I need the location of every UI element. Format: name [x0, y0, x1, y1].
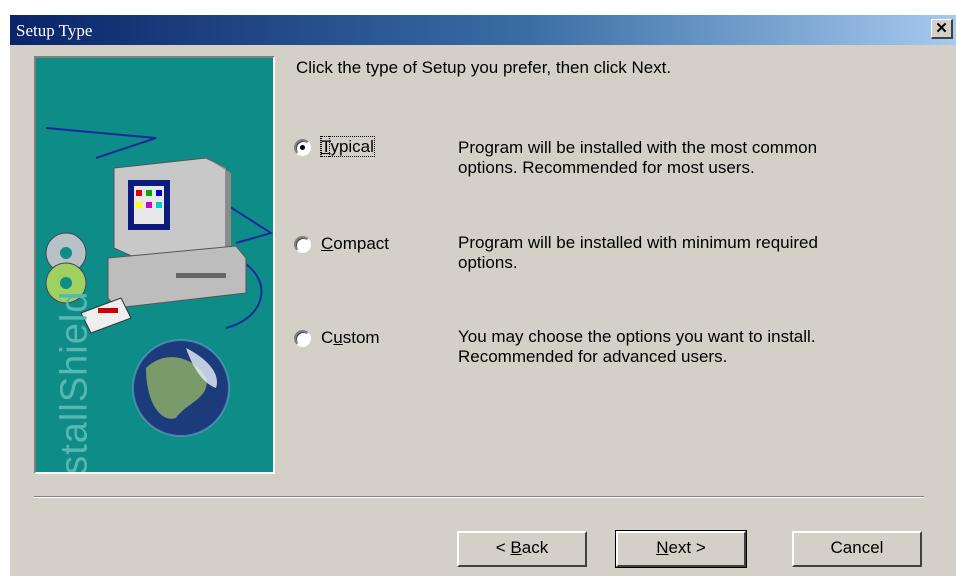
close-icon: ✕	[935, 20, 948, 37]
compact-option[interactable]: Compact	[294, 234, 421, 254]
compact-label[interactable]: Compact	[321, 234, 421, 254]
close-button[interactable]: ✕	[931, 19, 953, 39]
next-button[interactable]: Next >	[615, 530, 747, 568]
compact-description: Program will be installed with minimum r…	[458, 233, 928, 273]
compact-radio[interactable]	[294, 236, 311, 253]
custom-label[interactable]: Custom	[321, 328, 421, 348]
custom-description: You may choose the options you want to i…	[458, 327, 928, 367]
typical-option[interactable]: Typical	[294, 136, 421, 157]
setup-prompt: Click the type of Setup you prefer, then…	[296, 58, 672, 77]
typical-description-line2: options. Recommended for most users.	[458, 158, 755, 177]
button-divider	[34, 496, 924, 498]
compact-description-line1: Program will be installed with minimum r…	[458, 233, 818, 252]
typical-description: Program will be installed with the most …	[458, 138, 928, 178]
typical-label[interactable]: Typical	[320, 136, 421, 157]
custom-description-line1: You may choose the options you want to i…	[458, 327, 816, 346]
custom-radio[interactable]	[294, 330, 311, 347]
cancel-button[interactable]: Cancel	[792, 531, 922, 567]
custom-description-line2: Recommended for advanced users.	[458, 347, 728, 366]
back-button[interactable]: < Back	[457, 531, 587, 567]
installshield-artwork-panel: InstallShield	[34, 56, 275, 474]
compact-description-line2: options.	[458, 253, 518, 272]
title-bar: Setup Type ✕	[10, 15, 956, 45]
custom-option[interactable]: Custom	[294, 328, 421, 348]
typical-description-line1: Program will be installed with the most …	[458, 138, 818, 157]
installshield-brand-text: InstallShield	[53, 290, 96, 474]
typical-radio[interactable]	[294, 139, 311, 156]
window-title: Setup Type	[16, 21, 93, 40]
